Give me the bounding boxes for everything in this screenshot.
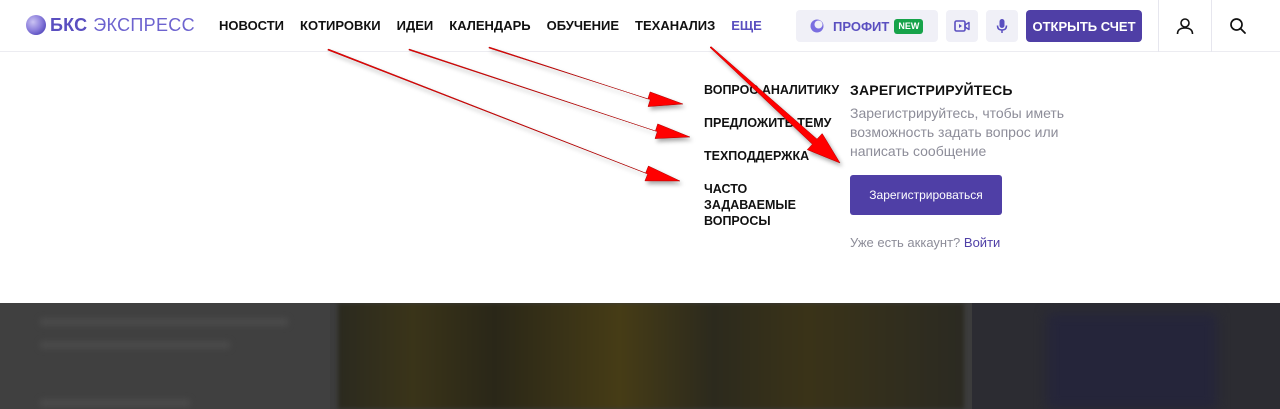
nav-quotes[interactable]: КОТИРОВКИ [300, 18, 381, 33]
profile-button[interactable] [1159, 0, 1211, 52]
logo[interactable]: БКС ЭКСПРЕСС [25, 14, 195, 36]
video-icon [954, 20, 970, 32]
blurred-side-card [972, 303, 1280, 409]
blurred-sidebar [0, 303, 330, 409]
have-account-text: Уже есть аккаунт? [850, 235, 961, 250]
open-account-button[interactable]: ОТКРЫТЬ СЧЕТ [1026, 10, 1142, 42]
new-badge: NEW [894, 18, 924, 34]
search-icon [1230, 18, 1246, 34]
video-button[interactable] [946, 10, 978, 42]
nav-tech-analysis[interactable]: ТЕХАНАЛИЗ [635, 18, 715, 33]
register-description: Зарегистрируйтесь, чтобы иметь возможнос… [850, 105, 1065, 159]
logo-product: ЭКСПРЕСС [93, 14, 195, 35]
more-dropdown: ВОПРОС АНАЛИТИКУ ПРЕДЛОЖИТЬ ТЕМУ ТЕХПОДД… [0, 52, 1280, 303]
microphone-icon [996, 19, 1008, 33]
menu-tech-support[interactable]: ТЕХПОДДЕРЖКА [704, 148, 809, 164]
profit-icon [810, 19, 824, 33]
site-header: БКС ЭКСПРЕСС НОВОСТИ КОТИРОВКИ ИДЕИ КАЛЕ… [0, 0, 1280, 52]
nav-more[interactable]: ЕЩЕ [731, 18, 762, 33]
register-panel: ЗАРЕГИСТРИРУЙТЕСЬ Зарегистрируйтесь, что… [850, 82, 1110, 250]
logo-brand: БКС [50, 14, 88, 35]
nav-ideas[interactable]: ИДЕИ [397, 18, 434, 33]
register-button[interactable]: Зарегистрироваться [850, 175, 1002, 215]
blurred-hero-image [338, 303, 964, 409]
nav-news[interactable]: НОВОСТИ [219, 18, 284, 33]
login-prompt: Уже есть аккаунт? Войти [850, 235, 1110, 250]
profit-button[interactable]: ПРОФИТ NEW [796, 10, 938, 42]
user-icon [1176, 18, 1194, 35]
menu-ask-analyst[interactable]: ВОПРОС АНАЛИТИКУ [704, 82, 839, 98]
login-link[interactable]: Войти [964, 235, 1000, 250]
main-nav: НОВОСТИ КОТИРОВКИ ИДЕИ КАЛЕНДАРЬ ОБУЧЕНИ… [219, 18, 778, 33]
register-title: ЗАРЕГИСТРИРУЙТЕСЬ [850, 82, 1013, 98]
search-button[interactable] [1212, 0, 1264, 52]
menu-suggest-topic[interactable]: ПРЕДЛОЖИТЬ ТЕМУ [704, 115, 831, 131]
bks-logo-icon [26, 15, 46, 35]
nav-calendar[interactable]: КАЛЕНДАРЬ [449, 18, 530, 33]
profit-label: ПРОФИТ [833, 18, 890, 34]
menu-faq[interactable]: ЧАСТО ЗАДАВАЕМЫЕ ВОПРОСЫ [704, 181, 842, 229]
nav-learning[interactable]: ОБУЧЕНИЕ [547, 18, 619, 33]
page-content-dimmed [0, 303, 1280, 409]
podcast-button[interactable] [986, 10, 1018, 42]
